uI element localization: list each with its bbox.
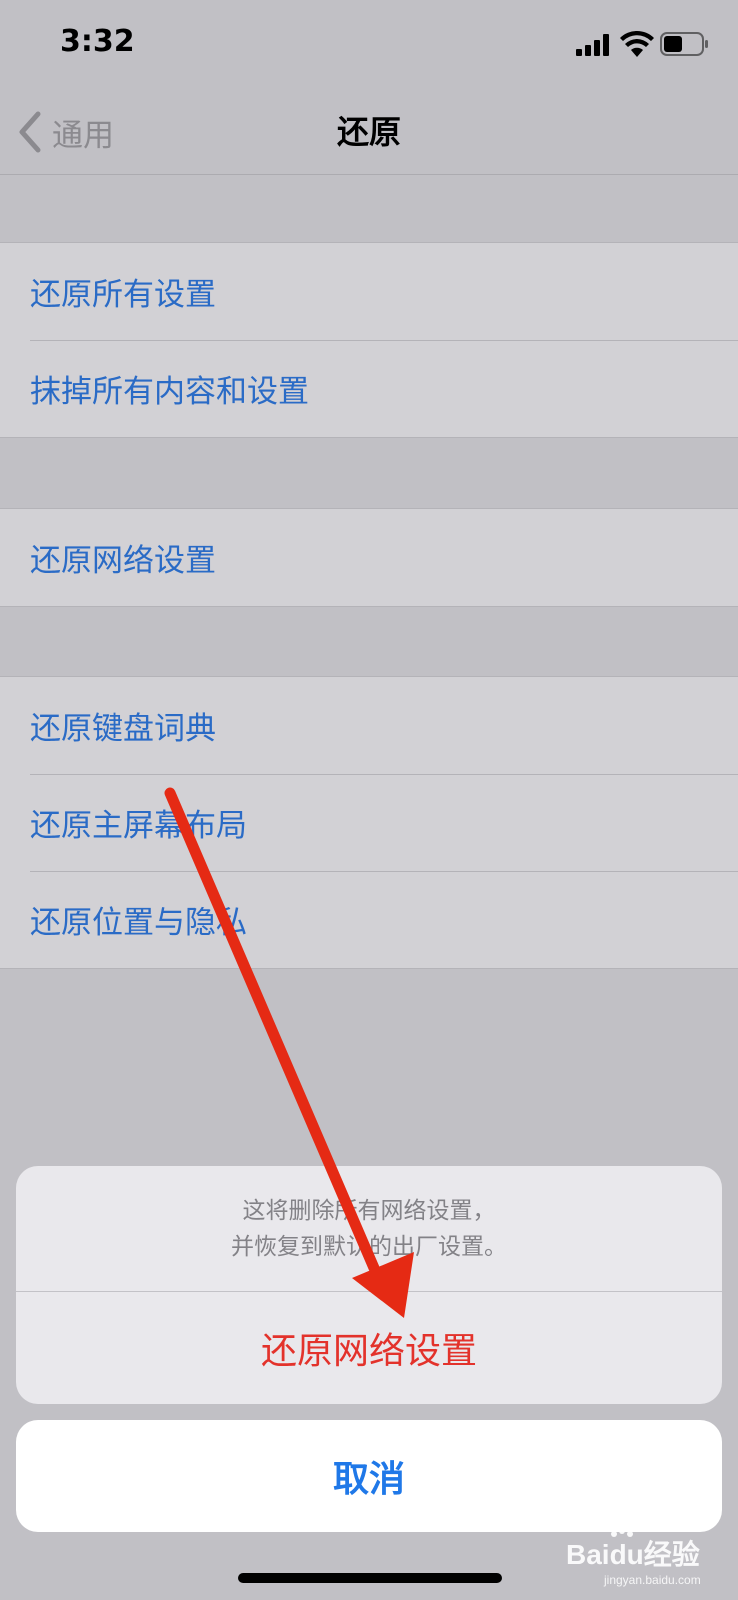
sheet-message: 这将删除所有网络设置， 并恢复到默认的出厂设置。 bbox=[16, 1166, 722, 1292]
confirm-reset-network-button[interactable]: 还原网络设置 bbox=[16, 1292, 722, 1404]
action-sheet: 这将删除所有网络设置， 并恢复到默认的出厂设置。 还原网络设置 bbox=[16, 1166, 722, 1404]
row-label: 还原键盘词典 bbox=[30, 711, 216, 747]
reset-network-settings-row[interactable]: 还原网络设置 bbox=[0, 509, 738, 606]
status-time: 3:32 bbox=[60, 24, 135, 59]
settings-group-network: 还原网络设置 bbox=[0, 508, 738, 607]
reset-home-screen-layout-row[interactable]: 还原主屏幕布局 bbox=[0, 774, 738, 871]
watermark-url: jingyan.baidu.com bbox=[604, 1573, 701, 1587]
reset-location-privacy-row[interactable]: 还原位置与隐私 bbox=[0, 871, 738, 968]
cellular-signal-icon bbox=[576, 34, 609, 56]
reset-keyboard-dictionary-row[interactable]: 还原键盘词典 bbox=[0, 677, 738, 774]
row-label: 抹掉所有内容和设置 bbox=[30, 374, 309, 410]
reset-all-settings-row[interactable]: 还原所有设置 bbox=[0, 243, 738, 340]
wifi-icon bbox=[620, 30, 654, 57]
row-label: 还原网络设置 bbox=[30, 543, 216, 579]
row-label: 还原所有设置 bbox=[30, 277, 216, 313]
sheet-message-line-1: 这将删除所有网络设置， bbox=[242, 1197, 496, 1224]
row-label: 还原主屏幕布局 bbox=[30, 808, 247, 844]
erase-all-content-row[interactable]: 抹掉所有内容和设置 bbox=[0, 340, 738, 437]
cancel-button[interactable]: 取消 bbox=[16, 1420, 722, 1532]
watermark-brand: Baidu经验 bbox=[566, 1538, 700, 1570]
battery-icon bbox=[660, 32, 708, 56]
settings-group-reset: 还原所有设置 抹掉所有内容和设置 bbox=[0, 242, 738, 438]
home-indicator[interactable] bbox=[238, 1573, 502, 1583]
cancel-button-label: 取消 bbox=[332, 1459, 405, 1500]
settings-group-other: 还原键盘词典 还原主屏幕布局 还原位置与隐私 bbox=[0, 676, 738, 969]
sheet-message-line-2: 并恢复到默认的出厂设置。 bbox=[231, 1233, 507, 1260]
status-bar: 3:32 bbox=[0, 0, 738, 90]
navigation-bar: 通用 还原 bbox=[0, 90, 738, 175]
page-title: 还原 bbox=[336, 113, 401, 151]
row-label: 还原位置与隐私 bbox=[30, 905, 247, 941]
